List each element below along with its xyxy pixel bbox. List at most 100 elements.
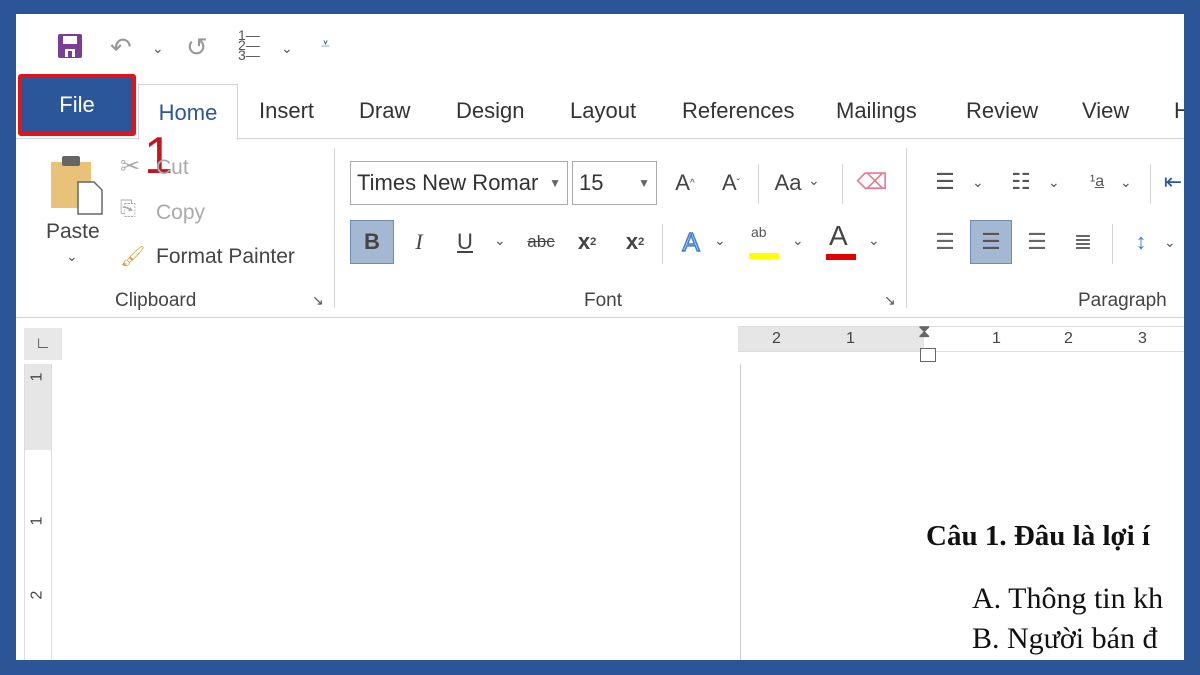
clear-formatting-icon[interactable]: ⌫ [856,164,888,200]
tab-stop-selector[interactable]: ∟ [24,328,62,360]
highlight-color-bar [749,253,779,259]
font-size-select[interactable]: 15 ▼ [572,161,657,205]
divider [842,164,843,204]
word-window: ↶ ⌄ ↺ 1— 2— 3— ⌄ ⩡ File Home Insert Draw D… [16,14,1184,660]
decrease-indent-icon[interactable]: ⇤ [1162,164,1184,200]
tab-references[interactable]: References [682,86,795,136]
tab-help[interactable]: H [1174,86,1184,136]
copy-button[interactable]: Copy [156,201,205,225]
highlight-dropdown-icon[interactable]: ⌄ [792,232,804,249]
format-painter-icon: 🖌 [120,246,146,268]
cut-button[interactable]: Cut [156,156,189,180]
tab-file-label: File [59,92,95,117]
group-divider [334,148,335,308]
subscript-mark: 2 [590,236,597,248]
copy-icon: ⎘ [120,198,136,220]
paste-button[interactable]: Paste [46,220,100,244]
text-effects-dropdown-icon[interactable]: ⌄ [714,232,726,249]
vertical-ruler[interactable]: 1 1 2 [24,364,52,660]
numbering-icon[interactable]: 1— 2— 3— [238,28,260,62]
dropdown-arrow-icon: ▼ [638,176,650,190]
paragraph-group-label: Paragraph [1078,290,1167,311]
divider [662,224,663,264]
superscript-button[interactable]: x2 [620,220,650,264]
undo-dropdown-icon[interactable]: ⌄ [152,40,164,57]
change-case-dropdown-icon[interactable]: ⌄ [808,172,820,189]
divider [1150,164,1151,204]
font-color-label: A [829,220,848,251]
highlight-button[interactable]: ab [749,224,781,260]
clipboard-launcher-icon[interactable]: ↘ [312,292,324,309]
group-divider [906,148,907,308]
ruler-number: 1 [28,516,46,526]
ruler-number: 2 [28,590,46,600]
tab-layout[interactable]: Layout [570,86,636,136]
italic-button[interactable]: I [404,220,434,264]
ribbon-bottom-border [16,317,1184,318]
save-icon[interactable] [56,32,84,67]
divider [758,164,759,204]
tab-review[interactable]: Review [966,86,1038,136]
font-name-select[interactable]: Times New Romar ▼ [350,161,568,205]
tab-view[interactable]: View [1082,86,1129,136]
tab-mailings[interactable]: Mailings [836,86,917,136]
justify-icon[interactable]: ≣ [1066,224,1100,260]
tab-insert[interactable]: Insert [259,86,314,136]
multilevel-dropdown-icon[interactable]: ⌄ [1120,174,1132,191]
undo-icon[interactable]: ↶ [110,32,132,63]
font-color-bar [826,254,856,260]
align-center-icon[interactable]: ☰ [970,220,1012,264]
numbering-dropdown-icon[interactable]: ⌄ [1048,174,1060,191]
font-color-button[interactable]: A [824,220,856,260]
line-spacing-dropdown-icon[interactable]: ⌄ [1164,234,1176,251]
page-edge [740,364,741,660]
paste-icon[interactable] [48,152,104,221]
font-launcher-icon[interactable]: ↘ [884,292,896,309]
cut-icon: ✂ [120,153,141,180]
ruler-number: 2 [1064,330,1073,347]
question-heading[interactable]: Câu 1. Đâu là lợi í [926,520,1150,553]
ruler-number: 1 [28,372,46,382]
text-effects-button[interactable]: A [676,220,706,264]
grow-font-icon[interactable]: A ^ [670,166,700,200]
option-b[interactable]: B. Người bán đ [972,622,1157,656]
paste-dropdown-icon[interactable]: ⌄ [66,248,78,265]
bold-button[interactable]: B [350,220,394,264]
line-spacing-icon[interactable]: ↕ [1124,224,1158,260]
clipboard-group-label: Clipboard [115,290,197,311]
subscript-button[interactable]: x2 [572,220,602,264]
divider [1112,224,1113,264]
horizontal-ruler[interactable]: 2 1 1 2 3 ⧗ [738,321,1184,352]
underline-button[interactable]: U [450,220,480,264]
shrink-font-icon[interactable]: Aˇ [716,166,746,200]
ruler-margin [738,327,924,351]
strikethrough-button[interactable]: abc [522,220,560,264]
change-case-button[interactable]: Aa [770,166,806,200]
numbering-dropdown-icon[interactable]: ⌄ [281,40,293,57]
numbering-list-icon[interactable]: ☷ [1004,164,1038,200]
font-name-value: Times New Romar [357,170,539,195]
font-color-dropdown-icon[interactable]: ⌄ [868,232,880,249]
indent-marker[interactable]: ⧗ [918,321,931,342]
tab-design[interactable]: Design [456,86,524,136]
align-right-icon[interactable]: ☰ [1020,224,1054,260]
redo-icon[interactable]: ↺ [186,32,208,63]
tab-draw[interactable]: Draw [359,86,410,136]
format-painter-button[interactable]: Format Painter [156,245,295,269]
ruler-number: 1 [846,330,855,347]
left-indent-marker[interactable] [920,348,936,362]
tab-home-label: Home [158,99,218,125]
underline-dropdown-icon[interactable]: ⌄ [494,232,506,249]
multilevel-list-icon[interactable]: ¹a̲ [1080,164,1114,200]
highlight-label: ab [751,224,767,240]
font-size-value: 15 [579,170,604,195]
ruler-number: 2 [772,330,781,347]
ruler-number: 1 [992,330,1001,347]
tab-file[interactable]: File [18,74,136,136]
subscript-x: x [577,229,591,254]
bullets-icon[interactable]: ☰ [928,164,962,200]
option-a[interactable]: A. Thông tin kh [972,582,1163,616]
bullets-dropdown-icon[interactable]: ⌄ [972,174,984,191]
align-left-icon[interactable]: ☰ [928,224,962,260]
customize-qat-icon[interactable]: ⩡ [321,36,330,54]
